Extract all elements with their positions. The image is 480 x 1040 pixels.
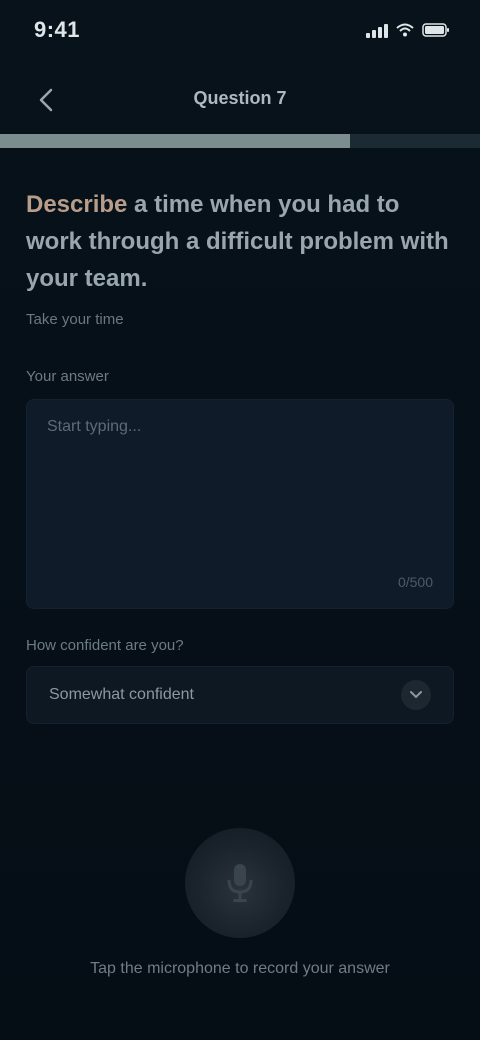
chevron-left-icon [39,88,53,112]
answer-textarea[interactable]: Start typing... 0/500 [26,399,454,609]
screen: 9:41 Question 7 Describe a time when you… [0,0,480,1040]
signal-icon [366,22,388,38]
nav-title: Question 7 [193,87,287,108]
answer-label: Your answer [26,368,109,385]
record-button[interactable] [185,828,295,938]
answer-placeholder: Start typing... [47,418,142,435]
mic-hint: Tap the microphone to record your answer [90,960,390,977]
back-button[interactable] [28,82,64,118]
confidence-value: Somewhat confident [49,686,194,703]
status-bar: 9:41 [0,0,480,60]
top-nav: Question 7 [0,70,480,126]
status-icons [366,22,450,38]
battery-icon [422,23,450,37]
question-highlight: Describe [26,191,128,218]
question-text: Describe a time when you had to work thr… [26,186,454,297]
mic-wrap [0,828,480,938]
confidence-select[interactable]: Somewhat confident [26,666,454,724]
status-time: 9:41 [34,17,81,42]
confidence-label: How confident are you? [26,637,184,654]
character-count: 0/500 [397,574,433,590]
question-subtitle: Take your time [26,311,124,328]
chevron-down-icon [401,680,431,710]
wifi-icon [396,23,414,37]
progress-bar [0,134,480,148]
progress-fill [0,134,351,148]
main-content: Describe a time when you had to work thr… [26,186,454,724]
microphone-icon [227,864,253,902]
